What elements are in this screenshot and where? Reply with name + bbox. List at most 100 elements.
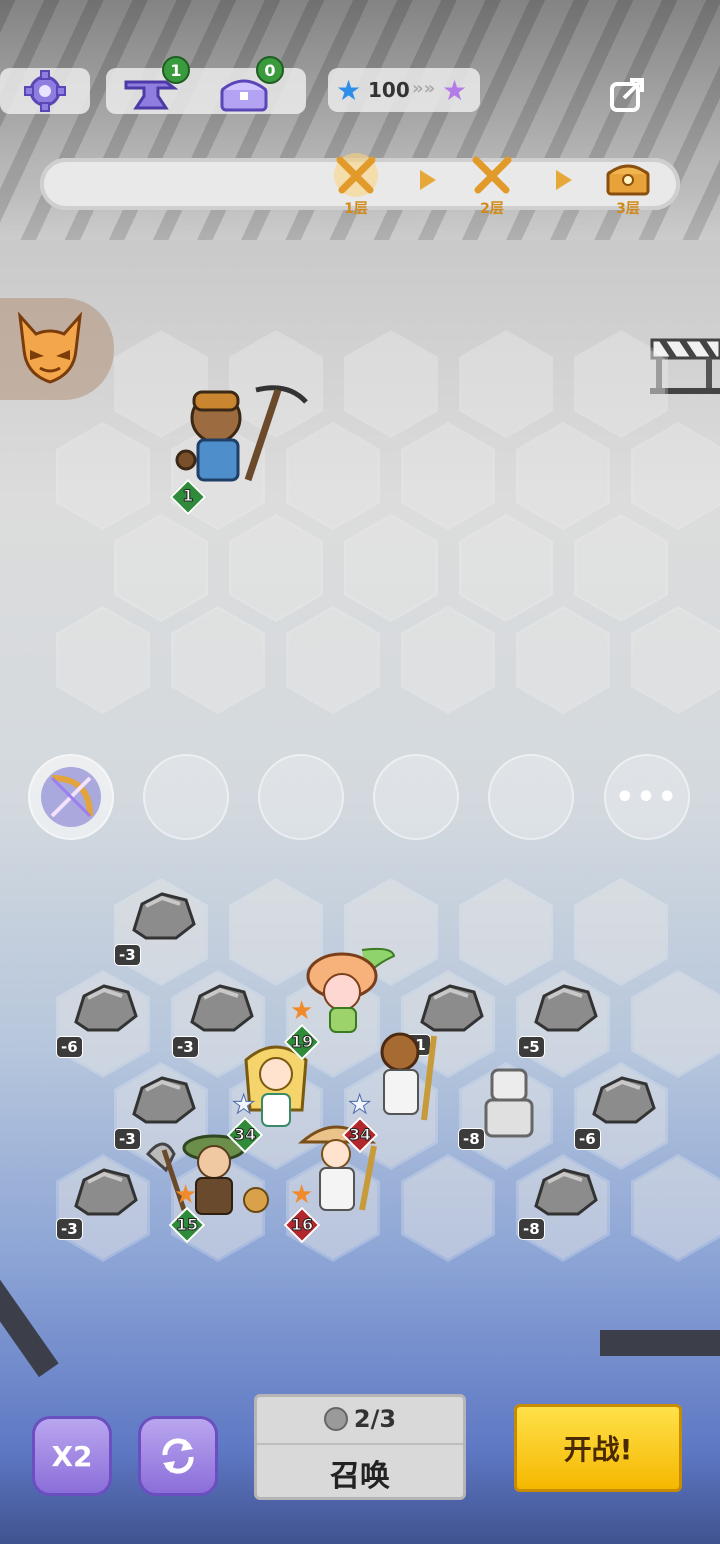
anvil-counter[interactable]: 1 0 [106, 56, 306, 114]
summon-divider [257, 1443, 463, 1445]
hex-cell-inner [347, 517, 435, 619]
hex-cell-inner [577, 333, 665, 435]
hex-cell-inner [59, 609, 147, 711]
player-hex-cell[interactable] [631, 970, 720, 1078]
hero-white-robed-swordsman[interactable] [366, 1026, 450, 1122]
enemy-hex-cell[interactable] [516, 606, 610, 714]
enemy-hex-cell[interactable] [171, 606, 265, 714]
stone-statue [484, 1068, 534, 1138]
hex-cell-inner [347, 333, 435, 435]
enemy-hex-cell[interactable] [286, 606, 380, 714]
swordsman-sprite [380, 1032, 437, 1121]
player-hex-cell[interactable] [574, 878, 668, 986]
enemy-hex-cell[interactable] [56, 422, 150, 530]
rock-durability-tag: -3 [56, 1218, 83, 1240]
rock-icon [534, 984, 598, 1032]
hex-cell-inner [634, 973, 720, 1075]
hex-cell-inner [519, 609, 607, 711]
enemy-hex-cell[interactable] [229, 514, 323, 622]
crane-left [0, 1265, 59, 1378]
player-hex-cell[interactable] [459, 878, 553, 986]
hex-cell-inner [634, 609, 720, 711]
hex-cell-inner [577, 881, 665, 983]
skill-slot-more[interactable]: ••• [604, 754, 690, 840]
skill-slot-empty-2[interactable] [258, 754, 344, 840]
refresh-icon [162, 1438, 194, 1474]
rock-durability-tag: -8 [518, 1218, 545, 1240]
coin-icon [323, 1407, 348, 1431]
skill-slot-empty-4[interactable] [488, 754, 574, 840]
enemy-hex-cell[interactable] [344, 514, 438, 622]
player-hex-cell[interactable] [631, 1154, 720, 1262]
hex-cell-inner [232, 517, 320, 619]
enemy-hex-cell[interactable] [631, 422, 720, 530]
hero-level: 16 [290, 1215, 314, 1235]
enemy-hex-cell[interactable] [631, 606, 720, 714]
star-icon: ★ [174, 1180, 198, 1210]
rock-icon [592, 1076, 656, 1124]
enemy-hex-cell[interactable] [344, 330, 438, 438]
summon-button[interactable]: 2/3 召唤 [254, 1394, 466, 1500]
enemy-hex-cell[interactable] [459, 330, 553, 438]
floor-2-marker[interactable]: 2层 [462, 152, 522, 222]
arrow-2-icon [556, 170, 572, 190]
chest-count-badge: 0 [256, 56, 284, 84]
enemy-hex-cell[interactable] [459, 514, 553, 622]
blue-star-icon: ★ [336, 74, 362, 107]
refresh-button[interactable] [138, 1416, 218, 1496]
hero-level: 19 [290, 1032, 314, 1052]
hero-level: 34 [233, 1125, 257, 1145]
rock-icon [132, 892, 196, 940]
rock-durability-tag: -3 [172, 1036, 199, 1058]
star-upgrade-panel[interactable]: ★ 100 »» ★ [328, 68, 480, 112]
rock-icon [420, 984, 484, 1032]
enemy-hex-cell[interactable] [114, 514, 208, 622]
hero-level: 15 [175, 1215, 199, 1235]
enemy-miner-bear[interactable] [168, 380, 312, 490]
star-icon: ★ [290, 996, 314, 1026]
hex-cell-inner [117, 517, 205, 619]
enemy-hex-cell[interactable] [574, 514, 668, 622]
rock-durability-tag: -3 [114, 944, 141, 966]
miner-bear-sprite [175, 385, 308, 482]
star-icon: ★ [231, 1090, 256, 1120]
hex-cell-inner [59, 425, 147, 527]
rock-durability-tag: -6 [56, 1036, 83, 1058]
floor-1-marker[interactable]: 1层 [326, 152, 386, 222]
hex-cell-inner [634, 425, 720, 527]
enemy-hex-cell[interactable] [401, 422, 495, 530]
hex-cell-inner [462, 333, 550, 435]
speed-label: X2 [51, 1439, 93, 1473]
star-count: 100 [368, 78, 410, 102]
arrow-icon: »» [412, 78, 436, 99]
enemy-hex-cell[interactable] [516, 422, 610, 530]
settings-button[interactable] [0, 68, 90, 114]
skill-slot-empty-3[interactable] [373, 754, 459, 840]
more-dots: ••• [615, 779, 679, 815]
crossbow-icon [41, 767, 101, 827]
player-hex-cell[interactable] [401, 1154, 495, 1262]
rainbow-star-icon: ★ [442, 74, 468, 107]
enemy-info-tab[interactable] [0, 298, 114, 400]
enemy-level: 1 [182, 486, 194, 506]
rock-icon [190, 984, 254, 1032]
skill-slot-crossbow[interactable] [28, 754, 114, 840]
start-battle-button[interactable]: 开战! [514, 1404, 682, 1492]
rock-icon [74, 984, 138, 1032]
fight-label: 开战! [563, 1433, 633, 1466]
speed-button[interactable]: X2 [32, 1416, 112, 1496]
hex-cell-inner [462, 881, 550, 983]
floor-3-marker[interactable]: 3层 [598, 152, 658, 222]
demon-mask-icon [17, 311, 83, 384]
star-icon: ★ [290, 1180, 314, 1210]
star-icon: ★ [347, 1090, 372, 1120]
hex-cell-inner [404, 425, 492, 527]
rock-durability-tag: -5 [518, 1036, 545, 1058]
enemy-hex-cell[interactable] [56, 606, 150, 714]
share-icon [610, 78, 644, 112]
skill-slot-empty-1[interactable] [143, 754, 229, 840]
hero-level: 34 [348, 1125, 372, 1145]
hex-cell-inner [519, 425, 607, 527]
enemy-hex-cell[interactable] [401, 606, 495, 714]
share-button[interactable] [604, 70, 652, 118]
